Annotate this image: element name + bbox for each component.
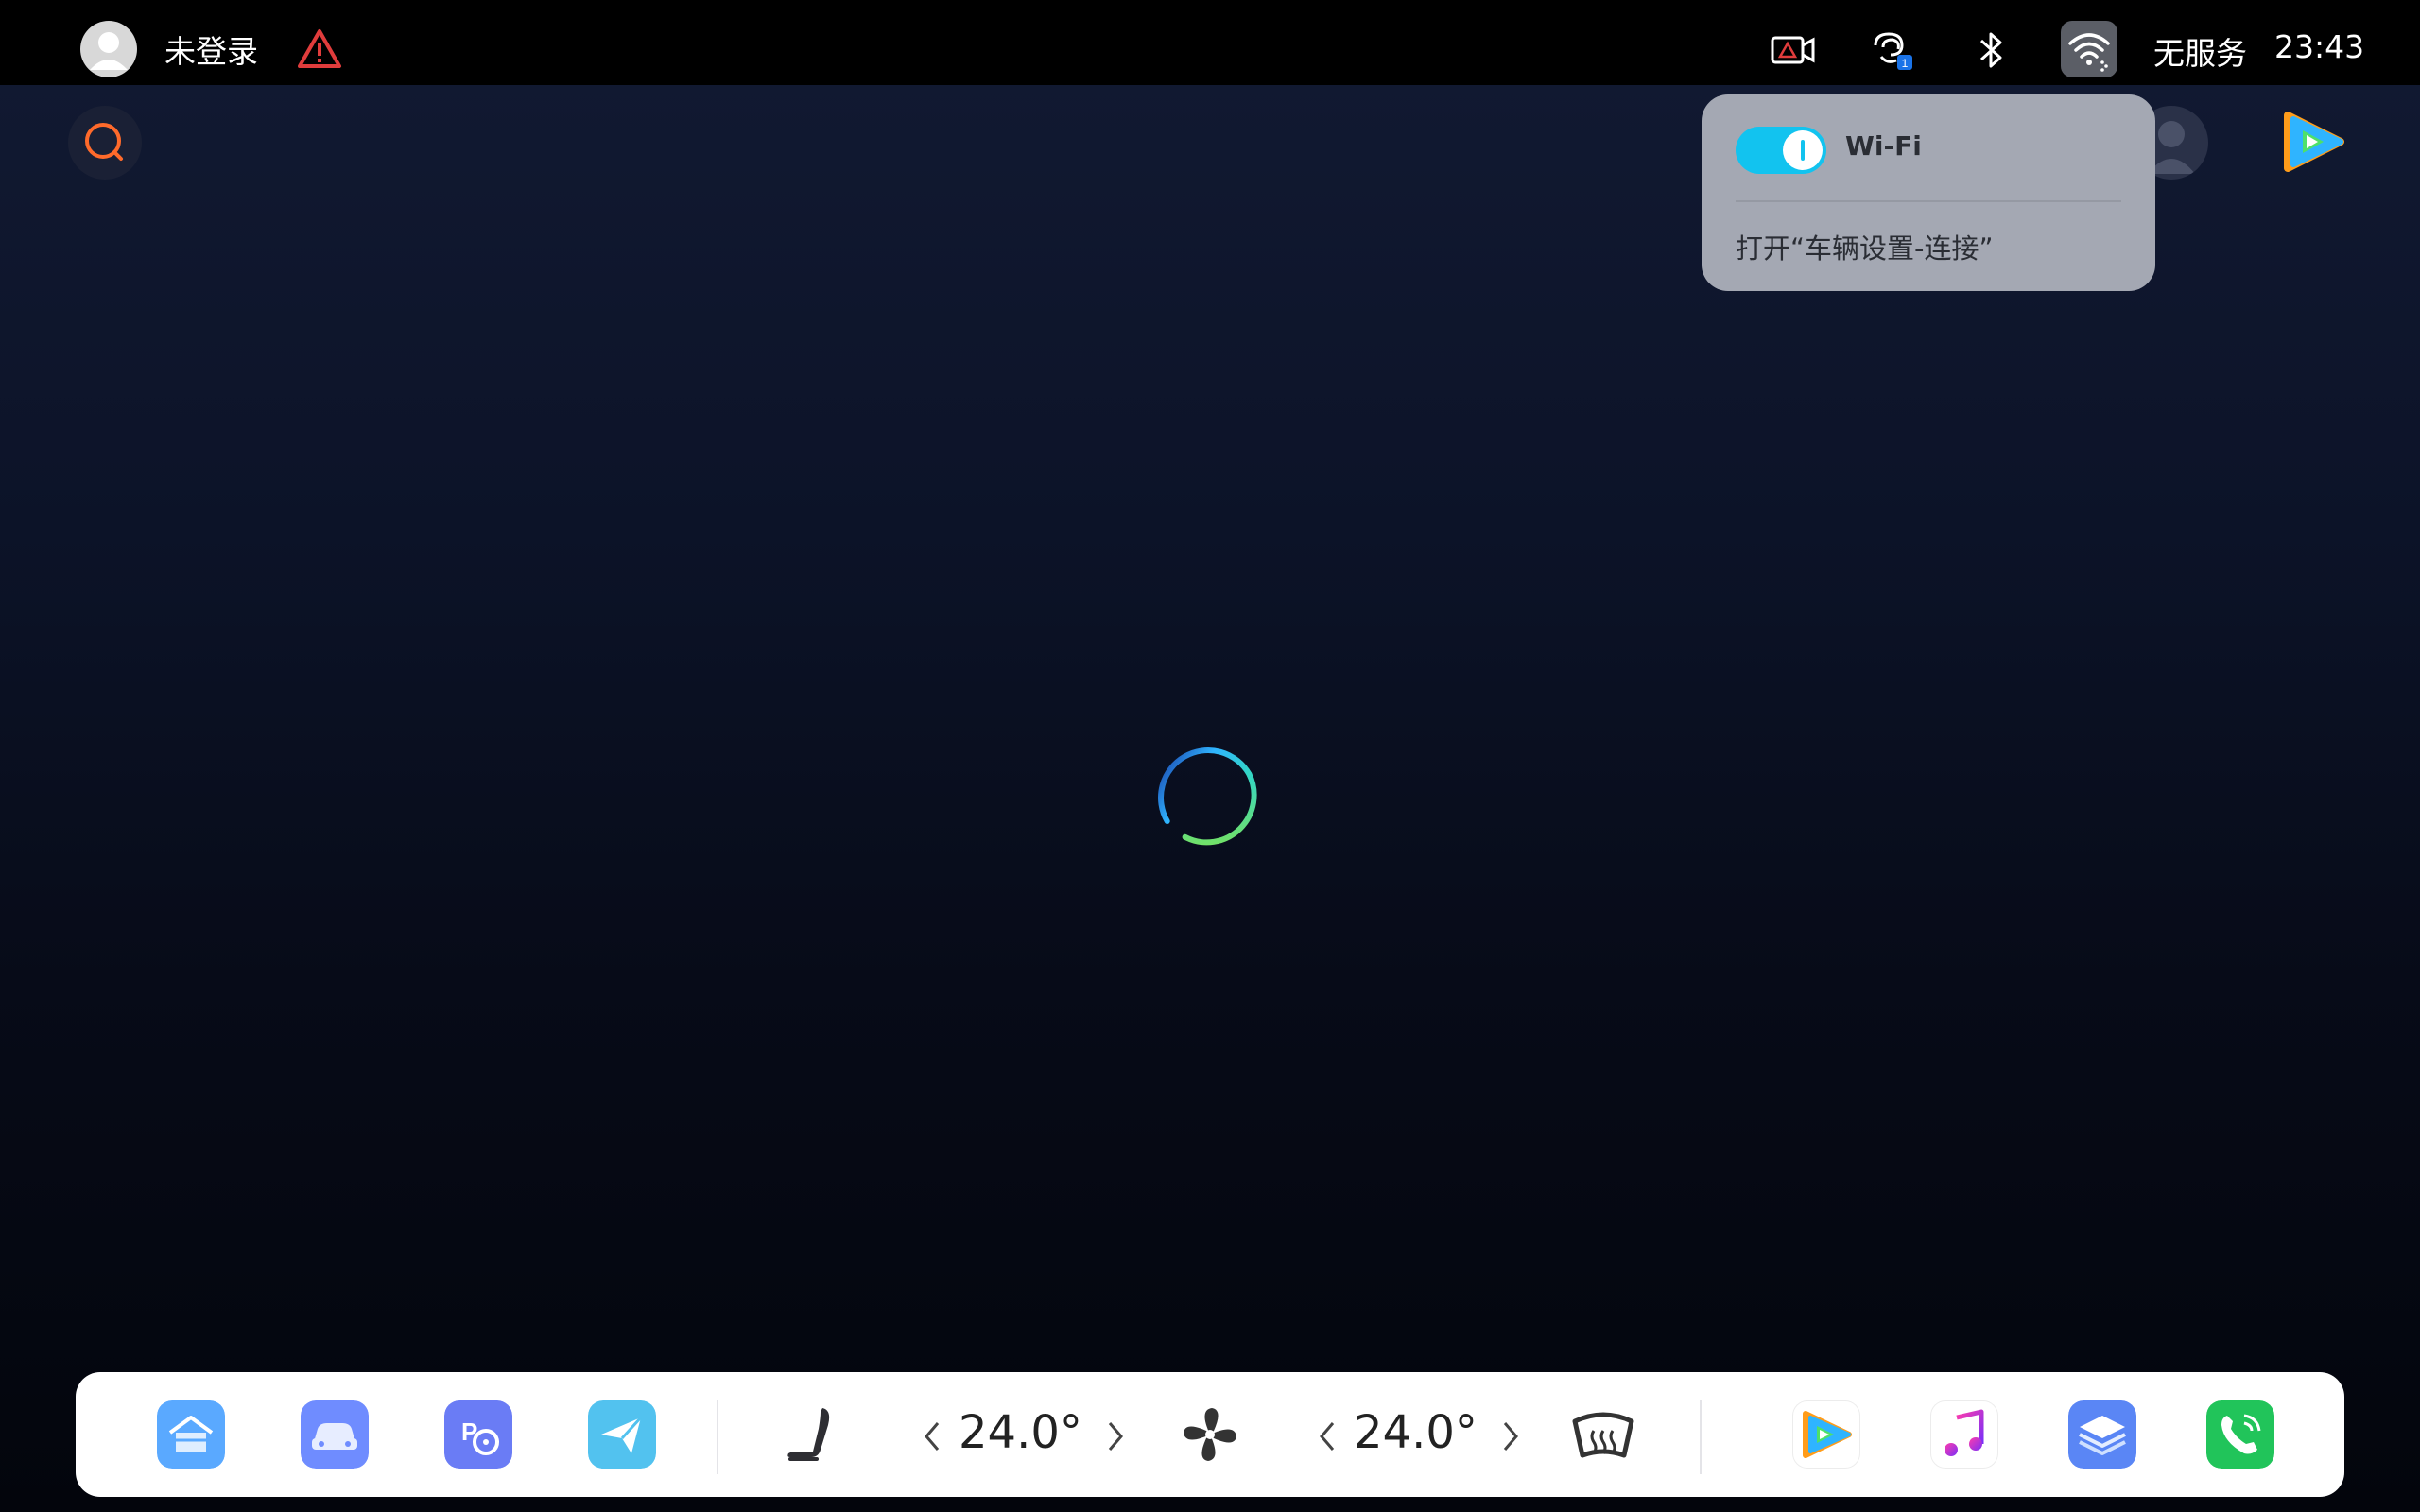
left-temp-decrease-icon[interactable]: [919, 1418, 947, 1455]
connection-badge: 1: [1902, 57, 1909, 70]
bottom-dock: P 24.0° 24.0°: [76, 1372, 2344, 1497]
status-bar: 未登录 1 无服务 23:43: [0, 0, 2420, 85]
user-avatar[interactable]: [80, 21, 137, 77]
warning-icon[interactable]: [297, 28, 342, 70]
popup-divider: [1736, 200, 2121, 202]
dock-divider: [717, 1400, 718, 1474]
open-connection-settings-link[interactable]: 打开“车辆设置-连接”: [1736, 227, 1994, 266]
fan-icon[interactable]: [1176, 1400, 1244, 1469]
avatar-icon: [90, 32, 128, 70]
video-app-icon[interactable]: [1792, 1400, 1860, 1469]
layers-app-icon[interactable]: [2068, 1400, 2136, 1469]
search-icon: [85, 123, 123, 161]
connection-icon[interactable]: 1: [1868, 26, 1915, 74]
bluetooth-icon[interactable]: [1968, 26, 2015, 74]
wifi-toggle[interactable]: [1736, 127, 1826, 174]
defrost-icon[interactable]: [1569, 1400, 1637, 1469]
clock: 23:43: [2274, 28, 2365, 65]
home-app-icon[interactable]: [157, 1400, 225, 1469]
wifi-label: Wi-Fi: [1845, 130, 1922, 162]
loading-spinner: [1158, 747, 1257, 846]
wifi-button[interactable]: [2061, 21, 2118, 77]
navigation-app-icon[interactable]: [588, 1400, 656, 1469]
video-app-shortcut-icon[interactable]: [2278, 106, 2350, 178]
dock-divider: [1700, 1400, 1702, 1474]
wifi-popup: Wi-Fi 打开“车辆设置-连接”: [1702, 94, 2155, 291]
parking-app-icon[interactable]: P: [444, 1400, 512, 1469]
toggle-knob: [1783, 130, 1823, 170]
seat-icon[interactable]: [779, 1400, 847, 1469]
wifi-icon: [2068, 33, 2110, 72]
right-temp-decrease-icon[interactable]: [1314, 1418, 1342, 1455]
right-temp-increase-icon[interactable]: [1495, 1418, 1524, 1455]
search-button[interactable]: [68, 106, 142, 180]
network-status: 无服务: [2153, 35, 2247, 72]
left-temperature: 24.0°: [959, 1406, 1082, 1459]
car-app-icon[interactable]: [301, 1400, 369, 1469]
left-temp-increase-icon[interactable]: [1100, 1418, 1129, 1455]
music-app-icon[interactable]: [1930, 1400, 1998, 1469]
login-status[interactable]: 未登录: [164, 26, 258, 72]
camera-recorder-icon[interactable]: [1770, 26, 1817, 74]
right-temperature: 24.0°: [1354, 1406, 1478, 1459]
phone-app-icon[interactable]: [2206, 1400, 2274, 1469]
